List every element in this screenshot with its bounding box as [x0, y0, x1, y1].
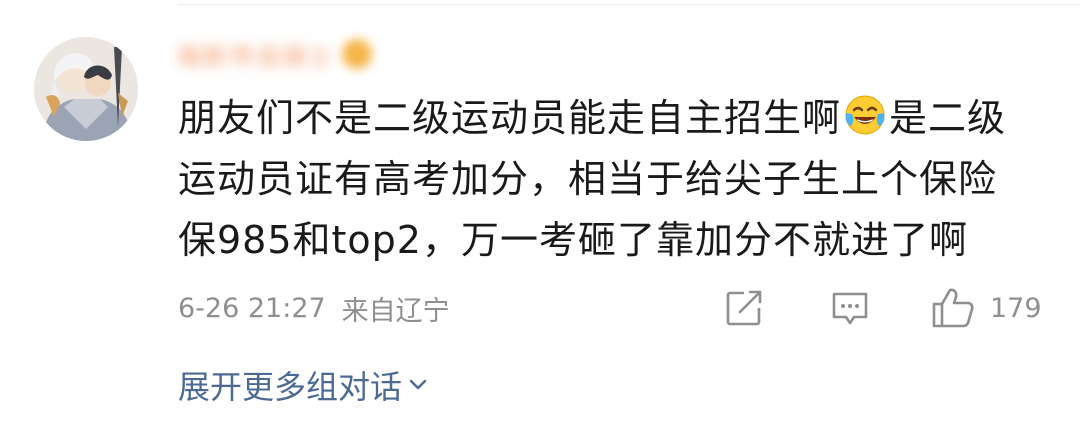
location: 来自辽宁	[341, 295, 450, 327]
comment-line-3: 保985和top2，万一考砸了靠加分不就进了啊	[178, 218, 968, 262]
comment-line-1: 朋友们不是二级运动员能走自主招生啊 是二级	[178, 88, 1058, 149]
share-icon	[726, 290, 762, 326]
username[interactable]: 暗影传说骑士	[178, 34, 372, 74]
laugh-cry-emoji-icon	[845, 95, 885, 135]
comment-icon	[832, 292, 868, 325]
thumbs-up-icon	[932, 288, 974, 328]
user-badge-icon	[342, 39, 372, 69]
expand-conversation-label: 展开更多组对话	[178, 368, 403, 406]
top-divider	[178, 4, 1080, 5]
username-text[interactable]: 暗影传说骑士	[178, 37, 334, 72]
timestamp: 6-26 21:27	[178, 292, 326, 324]
comment-text-segment: 是二级	[889, 96, 1007, 140]
avatar-image	[34, 37, 138, 141]
chevron-down-icon	[409, 379, 427, 390]
like-button[interactable]: 179	[930, 284, 1042, 332]
user-avatar[interactable]	[34, 37, 138, 141]
share-button[interactable]	[724, 284, 764, 332]
comment-text-segment: 朋友们不是二级运动员能走自主招生啊	[178, 96, 842, 140]
comment-body: 朋友们不是二级运动员能走自主招生啊 是二级 运动员证有高考加分，相当于给尖子生上…	[178, 88, 1058, 271]
like-count: 179	[990, 292, 1042, 324]
comment-line-2: 运动员证有高考加分，相当于给尖子生上个保险	[178, 157, 998, 201]
comment-meta: 6-26 21:27 来自辽宁	[178, 286, 450, 330]
reply-button[interactable]	[830, 284, 870, 332]
expand-conversation-link[interactable]: 展开更多组对话	[178, 362, 428, 408]
